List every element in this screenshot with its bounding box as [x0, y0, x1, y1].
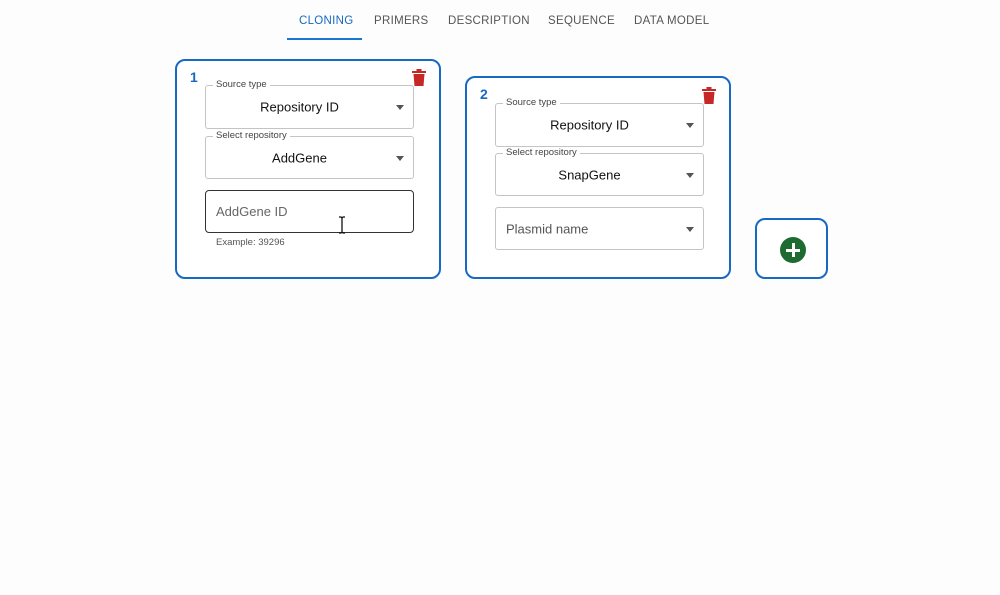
- chevron-down-icon: [396, 155, 404, 161]
- source-card-2: 2 Source type Repository ID Select repos…: [465, 76, 731, 279]
- source-type-value: Repository ID: [260, 99, 339, 115]
- source-number: 1: [190, 69, 198, 85]
- addgene-id-input[interactable]: [206, 191, 413, 232]
- add-source-card[interactable]: [755, 218, 828, 279]
- chevron-down-icon: [686, 123, 694, 128]
- repository-value: AddGene: [272, 150, 327, 165]
- chevron-down-icon: [396, 105, 404, 110]
- chevron-down-icon: [686, 226, 694, 232]
- source-number: 2: [480, 86, 488, 102]
- addgene-id-field[interactable]: [205, 190, 414, 233]
- source-card-1: 1 Source type Repository ID Select repos…: [175, 59, 441, 279]
- source-type-select[interactable]: Source type Repository ID: [495, 97, 704, 147]
- plasmid-name-placeholder: Plasmid name: [506, 221, 589, 236]
- chevron-down-icon: [686, 172, 694, 178]
- repository-select[interactable]: Select repository SnapGene: [495, 147, 704, 196]
- repository-label: Select repository: [213, 130, 290, 141]
- source-type-label: Source type: [503, 97, 560, 108]
- tab-cloning[interactable]: CLONING: [299, 15, 354, 27]
- source-type-value: Repository ID: [550, 117, 629, 133]
- addgene-id-helper: Example: 39296: [216, 237, 285, 248]
- tab-description[interactable]: DESCRIPTION: [448, 15, 530, 27]
- plasmid-name-select[interactable]: Plasmid name: [495, 207, 704, 250]
- tab-data-model[interactable]: DATA MODEL: [634, 15, 709, 27]
- text-cursor-icon: [339, 216, 345, 234]
- plus-circle-icon[interactable]: [780, 237, 806, 263]
- tab-sequence[interactable]: SEQUENCE: [548, 15, 615, 27]
- repository-label: Select repository: [503, 147, 580, 158]
- trash-icon[interactable]: [702, 87, 716, 104]
- repository-select[interactable]: Select repository AddGene: [205, 130, 414, 179]
- tab-primers[interactable]: PRIMERS: [374, 15, 429, 27]
- active-tab-indicator: [287, 38, 362, 40]
- repository-value: SnapGene: [558, 167, 621, 182]
- source-type-label: Source type: [213, 79, 270, 90]
- trash-icon[interactable]: [412, 69, 426, 86]
- main-tabs: CLONING PRIMERS DESCRIPTION SEQUENCE DAT…: [0, 0, 1000, 42]
- source-type-select[interactable]: Source type Repository ID: [205, 79, 414, 129]
